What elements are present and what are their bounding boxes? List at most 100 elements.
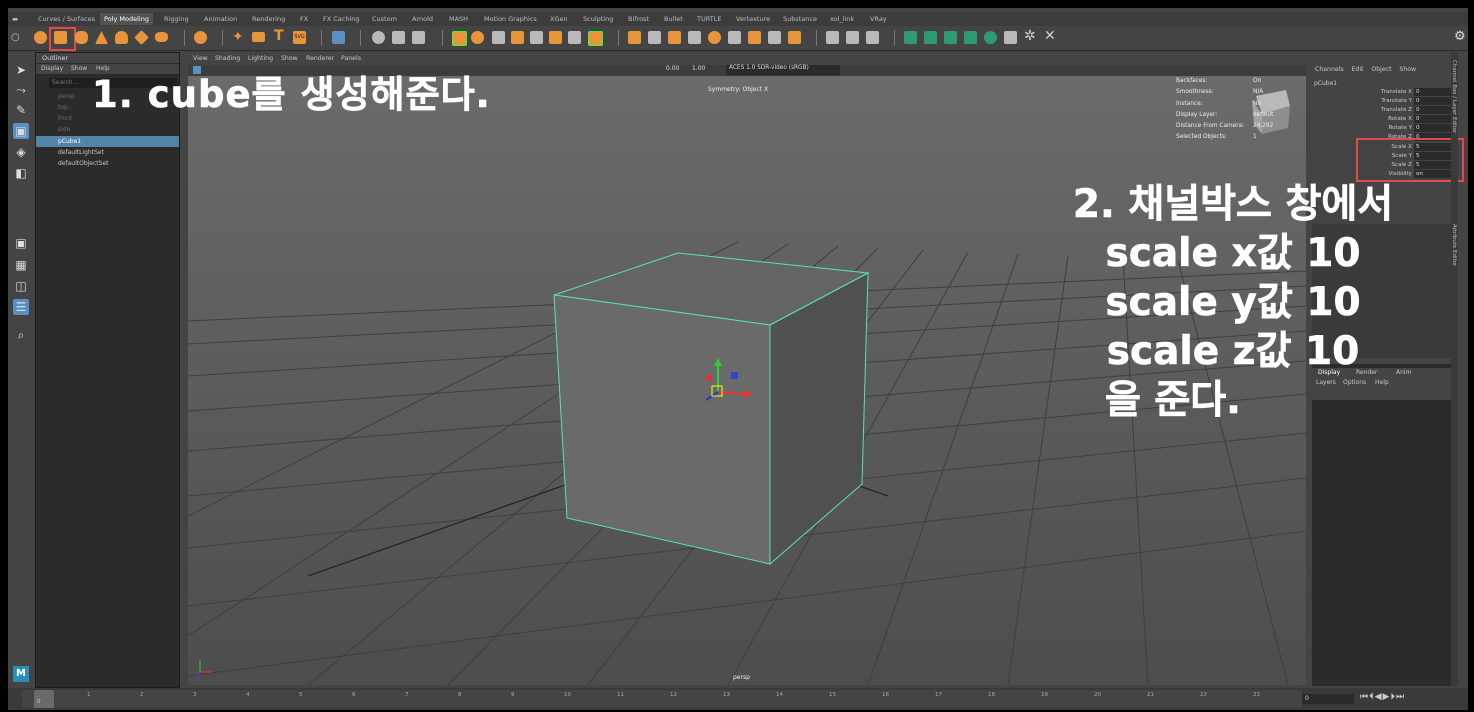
color-space-dropdown[interactable]: ACES 1.0 SDR-video (sRGB) [726, 65, 840, 75]
tab-vertexture[interactable]: Vertexture [736, 15, 770, 23]
shelf-settings-icon[interactable]: ⚙ [1454, 29, 1466, 44]
smooth-icon[interactable] [412, 31, 425, 44]
tab-rigging[interactable]: Rigging [164, 15, 189, 23]
rotate-tool-icon[interactable]: ◈ [13, 144, 29, 160]
multi-cut-icon[interactable] [549, 31, 562, 44]
tab-animation[interactable]: Animation [204, 15, 237, 23]
cb-attr-translate-y[interactable]: Translate Y0 [1310, 97, 1458, 106]
tab-bullet[interactable]: Bullet [664, 15, 683, 23]
tab-sculpting[interactable]: Sculpting [583, 15, 613, 23]
cb-menu-object[interactable]: Object [1371, 66, 1391, 73]
outliner-item-pcube1[interactable]: pCube1 [36, 136, 179, 147]
spherical-map-icon[interactable] [708, 31, 721, 44]
poly-plane-icon[interactable] [134, 30, 149, 45]
insert-edge-loop-icon[interactable] [530, 31, 543, 44]
grid-icon[interactable] [332, 31, 345, 44]
mash-distribute-icon[interactable] [924, 31, 937, 44]
lasso-tool-icon[interactable]: ⤳ [13, 82, 29, 98]
tab-fx[interactable]: FX [300, 15, 308, 23]
tab-rendering[interactable]: Rendering [252, 15, 285, 23]
tab-substance[interactable]: Substance [783, 15, 817, 23]
tab-xgen[interactable]: XGen [550, 15, 568, 23]
tab-mash[interactable]: MASH [449, 15, 468, 23]
mash-network-icon[interactable] [904, 31, 917, 44]
bridge-icon[interactable] [471, 31, 484, 44]
tab-xol-link[interactable]: xol_link [830, 15, 854, 23]
select-tool-icon[interactable]: ➤ [13, 62, 29, 78]
cb-attr-rotate-x[interactable]: Rotate X0 [1310, 115, 1458, 124]
relax-brush-icon[interactable] [866, 31, 879, 44]
mirror-icon[interactable] [588, 31, 603, 46]
tab-vray[interactable]: VRay [870, 15, 887, 23]
shelf-options-icon[interactable]: ○ [11, 32, 20, 43]
side-tab-channel-box[interactable]: Channel Box / Layer Editor [1451, 60, 1457, 133]
cut-uv-icon[interactable] [728, 31, 741, 44]
extrude-icon[interactable] [452, 31, 467, 46]
layout-uv-icon[interactable] [788, 31, 801, 44]
automatic-map-icon[interactable] [688, 31, 701, 44]
cb-attr-translate-z[interactable]: Translate Z0 [1310, 106, 1458, 115]
tab-motion-graphics[interactable]: Motion Graphics [484, 15, 537, 23]
mash-signal-icon[interactable] [964, 31, 977, 44]
super-shape-icon[interactable]: ✦ [232, 29, 244, 45]
unfold-icon[interactable] [768, 31, 781, 44]
tab-poly-modeling[interactable]: Poly Modeling [100, 13, 153, 25]
mash-break-icon[interactable]: ✲ [1024, 28, 1036, 44]
uv-editor-icon[interactable] [648, 31, 661, 44]
cb-menu-show[interactable]: Show [1399, 66, 1416, 73]
tab-bifrost[interactable]: Bifrost [628, 15, 649, 23]
type-icon[interactable]: T [274, 28, 284, 44]
sweep-mesh-icon[interactable] [252, 32, 265, 42]
cb-attr-translate-x[interactable]: Translate X0 [1310, 88, 1458, 97]
smooth-brush-icon[interactable] [846, 31, 859, 44]
poly-sphere-icon[interactable] [34, 31, 47, 44]
current-time-field[interactable]: 0 [1302, 694, 1354, 704]
mash-curve-icon[interactable] [984, 31, 997, 44]
combine-icon[interactable] [372, 31, 385, 44]
outliner-menu-show[interactable]: Show [71, 64, 87, 74]
bevel-icon[interactable] [492, 31, 505, 44]
time-slider-track[interactable]: 0 1 2 3 4 5 6 7 8 9 10 11 12 13 14 15 16… [22, 690, 1302, 708]
poly-cone-icon[interactable] [95, 31, 108, 44]
mash-delete-icon[interactable]: ✕ [1044, 28, 1056, 44]
outliner-layout-icon[interactable]: ☰ [13, 299, 29, 315]
target-weld-icon[interactable] [568, 31, 581, 44]
svg-icon[interactable]: SVG [293, 31, 306, 44]
outliner-item-side[interactable]: side [36, 124, 179, 135]
poly-torus-icon[interactable] [115, 31, 128, 44]
current-frame-marker[interactable]: 0 [34, 690, 54, 708]
search-icon[interactable]: ⌕ [13, 327, 29, 343]
playback-controls-icon[interactable]: ⏮⏴◀▶⏵⏭ [1360, 692, 1405, 702]
tab-arnold[interactable]: Arnold [412, 15, 433, 23]
outliner-menu-display[interactable]: Display [41, 64, 63, 74]
cb-attr-rotate-y[interactable]: Rotate Y0 [1310, 124, 1458, 133]
pcube1-mesh[interactable] [553, 252, 870, 566]
time-slider[interactable]: 0 1 2 3 4 5 6 7 8 9 10 11 12 13 14 15 16… [8, 688, 1468, 710]
sculpt-icon[interactable] [826, 31, 839, 44]
move-tool-icon[interactable]: ▣ [13, 123, 29, 139]
outliner-item-defaultobjectset[interactable]: defaultObjectSet [36, 158, 179, 169]
poly-disc-icon[interactable] [155, 32, 168, 42]
poly-platonic-icon[interactable] [194, 31, 207, 44]
planar-map-icon[interactable] [668, 31, 681, 44]
single-view-icon[interactable]: ▣ [13, 235, 29, 251]
tab-curves-surfaces[interactable]: Curves / Surfaces [38, 15, 95, 23]
mash-random-icon[interactable] [944, 31, 957, 44]
mash-grid-icon[interactable] [1004, 31, 1017, 44]
separate-icon[interactable] [392, 31, 405, 44]
poly-cube-icon[interactable] [54, 31, 67, 44]
paint-select-icon[interactable]: ✎ [13, 102, 29, 118]
cb-menu-edit[interactable]: Edit [1352, 66, 1364, 73]
four-view-icon[interactable]: ▦ [13, 257, 29, 273]
tab-turtle[interactable]: TURTLE [697, 15, 721, 23]
poly-cylinder-icon[interactable] [75, 31, 88, 44]
fill-hole-icon[interactable] [511, 31, 524, 44]
tab-custom[interactable]: Custom [372, 15, 397, 23]
outliner-item-defaultlightset[interactable]: defaultLightSet [36, 147, 179, 158]
two-view-icon[interactable]: ◫ [13, 278, 29, 294]
gamma-field[interactable]: 0.00 [666, 65, 679, 72]
tab-fx-caching[interactable]: FX Caching [323, 15, 360, 23]
exposure-field[interactable]: 1.00 [692, 65, 705, 72]
quad-draw-icon[interactable] [628, 31, 641, 44]
scale-tool-icon[interactable]: ◧ [13, 165, 29, 181]
